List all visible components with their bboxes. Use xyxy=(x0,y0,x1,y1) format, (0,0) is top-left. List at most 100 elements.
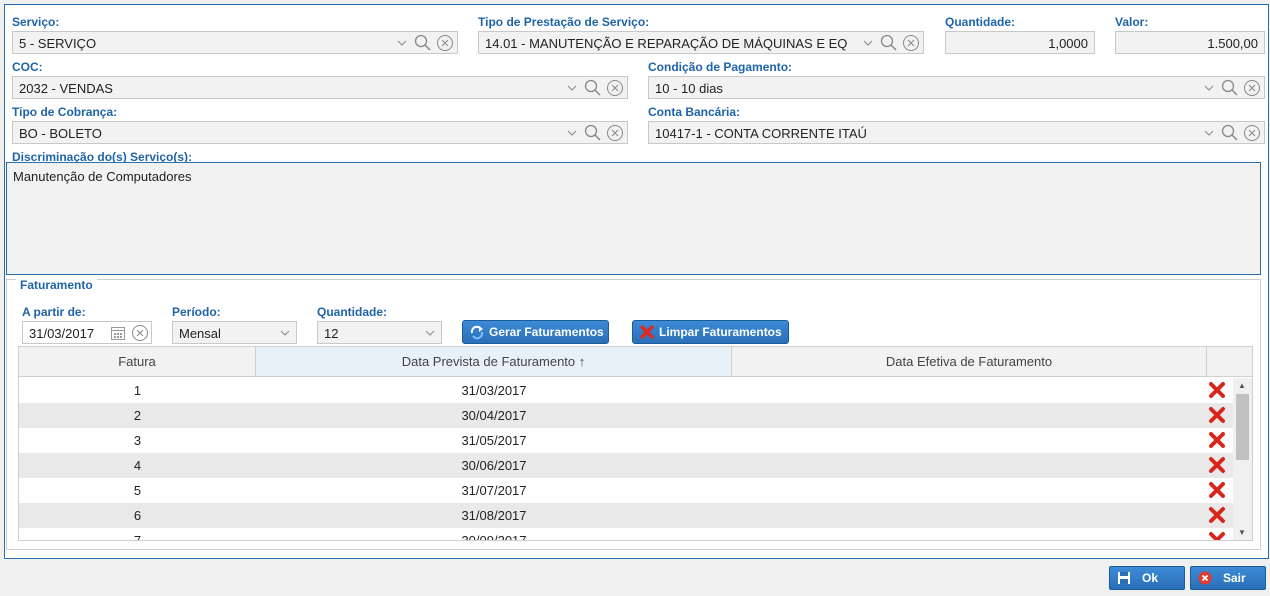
sair-button[interactable]: Sair xyxy=(1190,566,1266,590)
table-row[interactable]: 7 30/09/2017 xyxy=(19,528,1233,541)
exit-icon xyxy=(1197,570,1213,586)
a-partir-de-label: A partir de: xyxy=(22,305,86,319)
delete-row-icon[interactable] xyxy=(1208,406,1226,424)
fat-quantidade-label: Quantidade: xyxy=(317,305,388,319)
tipo-cobranca-label: Tipo de Cobrança: xyxy=(12,105,118,119)
clear-icon[interactable] xyxy=(130,322,150,343)
tipo-prestacao-value: 14.01 - MANUTENÇÃO E REPARAÇÃO DE MÁQUIN… xyxy=(485,36,848,51)
cell-fatura: 7 xyxy=(133,533,142,541)
grid-header: Fatura Data Prevista de Faturamento ↑ Da… xyxy=(19,347,1252,377)
calendar-icon[interactable] xyxy=(108,322,128,343)
search-icon[interactable] xyxy=(1220,77,1240,98)
cell-data-prevista: 31/08/2017 xyxy=(461,508,527,523)
search-icon[interactable] xyxy=(1220,122,1240,143)
column-header-fatura[interactable]: Fatura xyxy=(19,347,256,376)
periodo-value: Mensal xyxy=(179,326,221,341)
clear-icon[interactable] xyxy=(435,32,455,53)
search-icon[interactable] xyxy=(413,32,433,53)
chevron-down-icon[interactable] xyxy=(278,322,292,343)
chevron-down-icon[interactable] xyxy=(395,32,409,53)
conta-bancaria-label: Conta Bancária: xyxy=(648,105,741,119)
sair-label: Sair xyxy=(1223,571,1246,585)
chevron-down-icon[interactable] xyxy=(565,122,579,143)
search-icon[interactable] xyxy=(879,32,899,53)
cell-data-prevista: 30/09/2017 xyxy=(461,533,527,541)
chevron-down-icon[interactable] xyxy=(1202,77,1216,98)
faturamento-legend: Faturamento xyxy=(16,278,97,292)
table-row[interactable]: 6 31/08/2017 xyxy=(19,503,1233,528)
chevron-down-icon[interactable] xyxy=(861,32,875,53)
delete-icon xyxy=(639,324,655,340)
save-icon xyxy=(1116,570,1132,586)
discriminacao-textarea[interactable]: Manutenção de Computadores xyxy=(6,162,1261,275)
delete-row-icon[interactable] xyxy=(1208,531,1226,541)
conta-bancaria-combo[interactable]: 10417-1 - CONTA CORRENTE ITAÚ xyxy=(648,121,1265,144)
servico-combo[interactable]: 5 - SERVIÇO xyxy=(12,31,458,54)
coc-value: 2032 - VENDAS xyxy=(19,81,113,96)
delete-row-icon[interactable] xyxy=(1208,506,1226,524)
cell-fatura: 4 xyxy=(133,458,142,473)
valor-value: 1.500,00 xyxy=(1207,36,1258,51)
condicao-pagamento-value: 10 - 10 dias xyxy=(655,81,723,96)
valor-input[interactable]: 1.500,00 xyxy=(1115,31,1265,54)
search-icon[interactable] xyxy=(583,77,603,98)
search-icon[interactable] xyxy=(583,122,603,143)
fat-quantidade-value: 12 xyxy=(324,326,339,341)
delete-row-icon[interactable] xyxy=(1208,381,1226,399)
limpar-faturamentos-button[interactable]: Limpar Faturamentos xyxy=(632,320,789,344)
scroll-down-icon[interactable]: ▼ xyxy=(1238,528,1246,537)
table-row[interactable]: 1 31/03/2017 xyxy=(19,378,1233,403)
faturas-grid: Fatura Data Prevista de Faturamento ↑ Da… xyxy=(18,346,1253,541)
clear-icon[interactable] xyxy=(1242,77,1262,98)
tipo-prestacao-combo[interactable]: 14.01 - MANUTENÇÃO E REPARAÇÃO DE MÁQUIN… xyxy=(478,31,924,54)
chevron-down-icon[interactable] xyxy=(1202,122,1216,143)
ok-button[interactable]: Ok xyxy=(1109,566,1185,590)
servico-value: 5 - SERVIÇO xyxy=(19,36,97,51)
table-row[interactable]: 2 30/04/2017 xyxy=(19,403,1233,428)
gerar-faturamentos-button[interactable]: Gerar Faturamentos xyxy=(462,320,609,344)
gerar-faturamentos-label: Gerar Faturamentos xyxy=(489,325,604,339)
clear-icon[interactable] xyxy=(901,32,921,53)
a-partir-de-value: 31/03/2017 xyxy=(29,326,95,341)
tipo-cobranca-value: BO - BOLETO xyxy=(19,126,102,141)
cell-fatura: 5 xyxy=(133,483,142,498)
delete-row-icon[interactable] xyxy=(1208,431,1226,449)
tipo-cobranca-combo[interactable]: BO - BOLETO xyxy=(12,121,628,144)
chevron-down-icon[interactable] xyxy=(565,77,579,98)
quantidade-label: Quantidade: xyxy=(945,15,1016,29)
limpar-faturamentos-label: Limpar Faturamentos xyxy=(659,325,782,339)
cell-fatura: 2 xyxy=(133,408,142,423)
clear-icon[interactable] xyxy=(605,122,625,143)
column-header-data-prevista[interactable]: Data Prevista de Faturamento ↑ xyxy=(256,347,732,376)
fat-quantidade-select[interactable]: 12 xyxy=(317,321,442,344)
grid-scrollbar[interactable]: ▲ ▼ xyxy=(1233,378,1252,540)
table-row[interactable]: 3 31/05/2017 xyxy=(19,428,1233,453)
condicao-pagamento-label: Condição de Pagamento: xyxy=(648,60,793,74)
table-row[interactable]: 5 31/07/2017 xyxy=(19,478,1233,503)
cell-fatura: 6 xyxy=(133,508,142,523)
quantidade-input[interactable]: 1,0000 xyxy=(945,31,1095,54)
condicao-pagamento-combo[interactable]: 10 - 10 dias xyxy=(648,76,1265,99)
scroll-up-icon[interactable]: ▲ xyxy=(1238,381,1246,390)
cell-data-prevista: 31/03/2017 xyxy=(461,383,527,398)
refresh-icon xyxy=(469,324,485,340)
discriminacao-value: Manutenção de Computadores xyxy=(13,169,192,184)
chevron-down-icon[interactable] xyxy=(423,322,437,343)
scrollbar-thumb[interactable] xyxy=(1236,394,1249,460)
column-header-data-efetiva[interactable]: Data Efetiva de Faturamento xyxy=(732,347,1207,376)
clear-icon[interactable] xyxy=(605,77,625,98)
table-row[interactable]: 4 30/06/2017 xyxy=(19,453,1233,478)
delete-row-icon[interactable] xyxy=(1208,456,1226,474)
clear-icon[interactable] xyxy=(1242,122,1262,143)
cell-data-prevista: 30/06/2017 xyxy=(461,458,527,473)
cell-fatura: 1 xyxy=(133,383,142,398)
delete-row-icon[interactable] xyxy=(1208,481,1226,499)
ok-label: Ok xyxy=(1142,571,1159,585)
coc-label: COC: xyxy=(12,60,43,74)
periodo-select[interactable]: Mensal xyxy=(172,321,297,344)
tipo-prestacao-label: Tipo de Prestação de Serviço: xyxy=(478,15,650,29)
conta-bancaria-value: 10417-1 - CONTA CORRENTE ITAÚ xyxy=(655,126,867,141)
a-partir-de-date[interactable]: 31/03/2017 xyxy=(22,321,152,344)
coc-combo[interactable]: 2032 - VENDAS xyxy=(12,76,628,99)
periodo-label: Período: xyxy=(172,305,221,319)
